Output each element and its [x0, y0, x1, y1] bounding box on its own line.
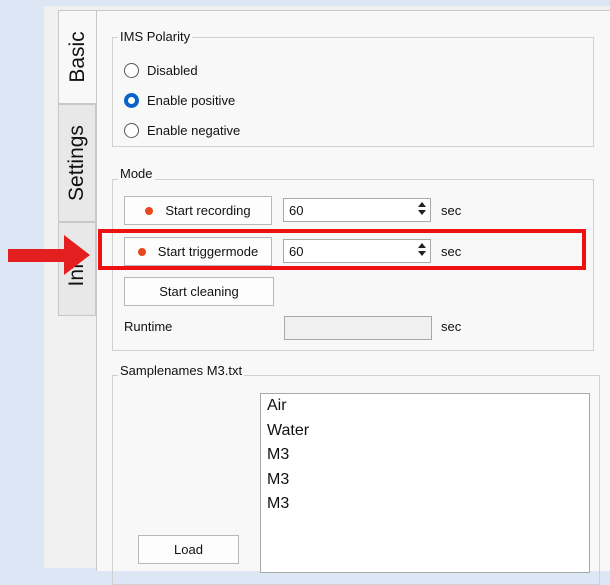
load-button[interactable]: Load [138, 535, 239, 564]
list-item[interactable]: M3 [261, 492, 589, 517]
load-label: Load [174, 542, 203, 557]
spinbox-arrows-icon[interactable] [415, 200, 429, 220]
spinbox-arrows-icon[interactable] [415, 241, 429, 261]
start-cleaning-button[interactable]: Start cleaning [124, 277, 274, 306]
samplenames-list[interactable]: Air Water M3 M3 M3 [260, 393, 590, 573]
radio-enable-negative-label: Enable negative [147, 122, 241, 138]
radio-enable-negative[interactable]: Enable negative [124, 120, 240, 140]
list-item[interactable]: M3 [261, 468, 589, 493]
triggermode-duration-value: 60 [289, 244, 304, 259]
runtime-label: Runtime [124, 319, 173, 334]
list-item[interactable]: M3 [261, 443, 589, 468]
radio-circle-icon[interactable] [124, 62, 139, 78]
runtime-unit: sec [441, 319, 462, 334]
record-dot-icon [145, 206, 154, 215]
radio-circle-icon[interactable] [124, 122, 139, 138]
start-recording-button[interactable]: Start recording [124, 196, 272, 225]
start-cleaning-label: Start cleaning [159, 284, 239, 299]
list-item[interactable]: Water [261, 419, 589, 444]
arrow-right-icon [64, 235, 90, 275]
recording-unit: sec [441, 203, 462, 218]
annotation-arrow-shaft [8, 249, 70, 262]
radio-enable-positive-label: Enable positive [147, 92, 236, 108]
ims-polarity-title: IMS Polarity [118, 29, 193, 44]
start-recording-label: Start recording [165, 203, 251, 218]
start-triggermode-button[interactable]: Start triggermode [124, 237, 272, 266]
recording-duration-spinbox[interactable]: 60 [283, 198, 431, 222]
triggermode-duration-spinbox[interactable]: 60 [283, 239, 431, 263]
list-item[interactable]: Air [261, 394, 589, 419]
start-triggermode-label: Start triggermode [157, 244, 259, 259]
record-dot-icon [137, 247, 146, 256]
samplenames-title: Samplenames M3.txt [118, 363, 245, 378]
radio-enable-positive[interactable]: Enable positive [124, 90, 235, 110]
radio-disabled-label: Disabled [147, 62, 198, 78]
radio-disabled[interactable]: Disabled [124, 60, 198, 80]
radio-checked-icon[interactable] [124, 92, 139, 108]
triggermode-unit: sec [441, 244, 462, 259]
tab-settings[interactable]: Settings [58, 104, 96, 222]
tab-basic-label: Basic [65, 31, 89, 83]
runtime-field [284, 316, 432, 340]
recording-duration-value: 60 [289, 203, 304, 218]
mode-title: Mode [118, 166, 155, 181]
tab-basic[interactable]: Basic [58, 10, 96, 104]
tab-settings-label: Settings [65, 125, 88, 201]
